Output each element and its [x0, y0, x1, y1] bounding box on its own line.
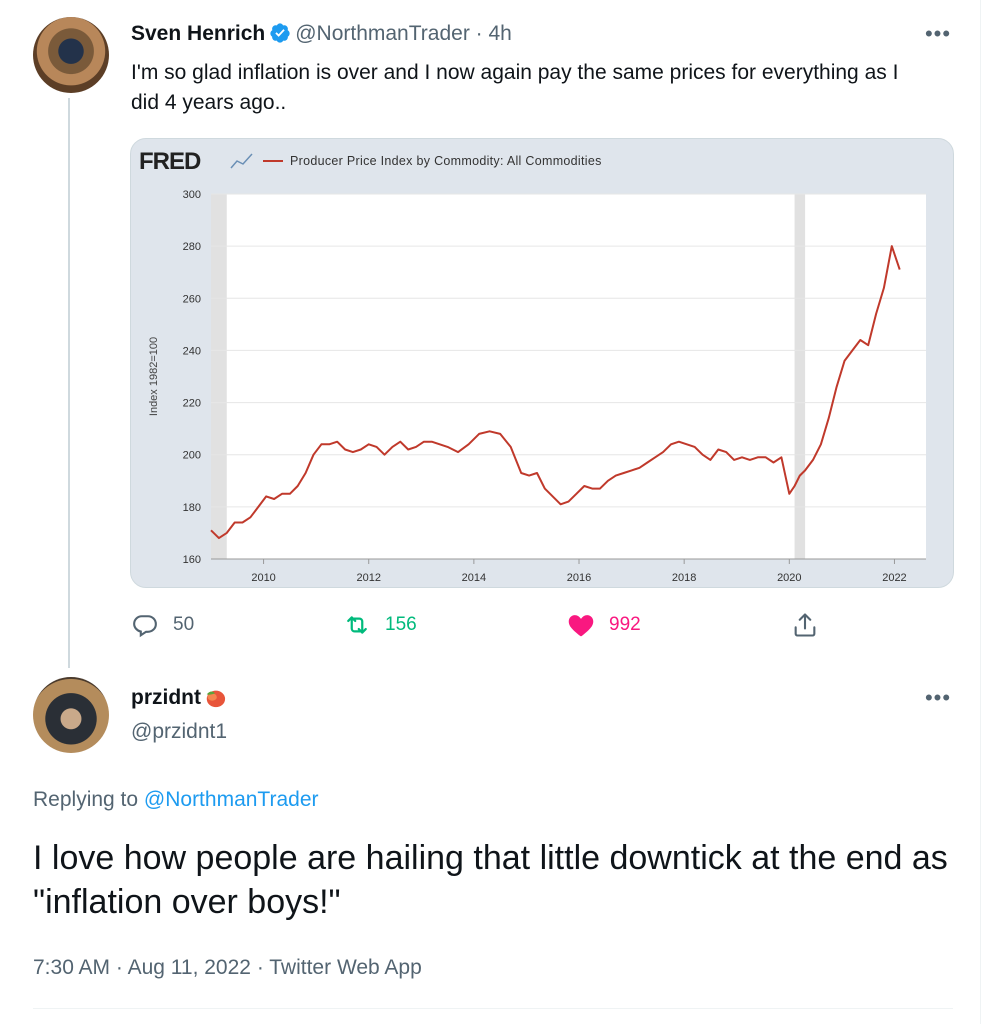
separator-dot: ·: [115, 956, 128, 979]
heart-icon: [568, 615, 594, 637]
recession-band: [211, 194, 227, 559]
author-handle[interactable]: @przidnt1: [131, 718, 227, 746]
tweet-metadata: 7:30 AM · Aug 11, 2022 · Twitter Web App: [33, 954, 422, 982]
replying-prefix: Replying to: [33, 788, 139, 811]
x-tick-label: 2010: [251, 572, 275, 584]
like-button[interactable]: 992: [567, 608, 641, 642]
author-handle[interactable]: @NorthmanTrader: [295, 22, 470, 45]
like-count: 992: [609, 614, 641, 635]
tweet-thread: Sven Henrich @NorthmanTrader · 4h ••• I'm…: [0, 0, 981, 1024]
retweet-count: 156: [385, 614, 417, 635]
x-tick-label: 2016: [567, 572, 591, 584]
y-tick-label: 160: [183, 554, 201, 566]
tweet-actions: 50 156 992: [131, 608, 831, 642]
y-tick-label: 180: [183, 502, 201, 514]
reply-icon: [133, 615, 157, 638]
fred-chart: 160 180 200 220 240 260 280 300 2010 2012 2014 2016…: [139, 148, 926, 584]
y-tick-label: 240: [183, 345, 201, 357]
author-name[interactable]: przidnt: [131, 684, 201, 712]
share-button[interactable]: [791, 608, 833, 642]
retweet-button[interactable]: 156: [343, 608, 417, 642]
separator-dot: ·: [469, 22, 489, 45]
legend-label: Producer Price Index by Commodity: All C…: [290, 154, 602, 168]
tweet-text: I'm so glad inflation is over and I now …: [131, 61, 899, 114]
retweet-icon: [347, 616, 367, 634]
x-tick-label: 2014: [462, 572, 486, 584]
avatar[interactable]: [33, 677, 109, 753]
more-options-icon[interactable]: •••: [923, 687, 953, 711]
divider: [33, 1008, 953, 1009]
y-tick-label: 220: [183, 398, 201, 410]
reply-count: 50: [173, 614, 195, 635]
avatar[interactable]: [33, 17, 109, 93]
tweet-source[interactable]: Twitter Web App: [269, 956, 422, 979]
x-tick-label: 2020: [777, 572, 801, 584]
x-tick-label: 2022: [882, 572, 906, 584]
author-name[interactable]: Sven Henrich: [131, 22, 265, 45]
recession-band: [794, 194, 806, 559]
reply-button[interactable]: 50: [131, 608, 194, 642]
more-options-icon[interactable]: •••: [923, 23, 953, 47]
fred-logo-icon: [230, 153, 253, 169]
y-axis-label: Index 1982=100: [148, 337, 160, 416]
thread-connector-line: [68, 98, 70, 668]
y-tick-label: 260: [183, 293, 201, 305]
plot-area: [211, 194, 926, 559]
tweet-time[interactable]: 7:30 AM: [33, 956, 110, 979]
author-name-row: przidnt: [131, 684, 226, 712]
tweet-time[interactable]: 4h: [488, 22, 511, 45]
verified-badge-icon: [270, 23, 290, 43]
fred-logo: FRED: [139, 148, 201, 175]
x-tick-label: 2012: [356, 572, 380, 584]
y-tick-label: 300: [183, 189, 201, 201]
share-icon: [794, 613, 816, 637]
chart-card[interactable]: 160 180 200 220 240 260 280 300 2010 2012 2014 2016…: [130, 138, 954, 588]
tweet-text: I love how people are hailing that littl…: [33, 839, 948, 921]
x-tick-label: 2018: [672, 572, 696, 584]
tweet-header: Sven Henrich @NorthmanTrader · 4h: [131, 20, 512, 48]
replying-to-link[interactable]: @NorthmanTrader: [144, 788, 319, 811]
separator-dot: ·: [256, 956, 270, 979]
replying-to: Replying to @NorthmanTrader: [33, 786, 319, 814]
peach-emoji-icon: [206, 690, 226, 708]
tweet-date[interactable]: Aug 11, 2022: [128, 956, 251, 979]
y-tick-label: 200: [183, 450, 201, 462]
y-tick-label: 280: [183, 241, 201, 253]
